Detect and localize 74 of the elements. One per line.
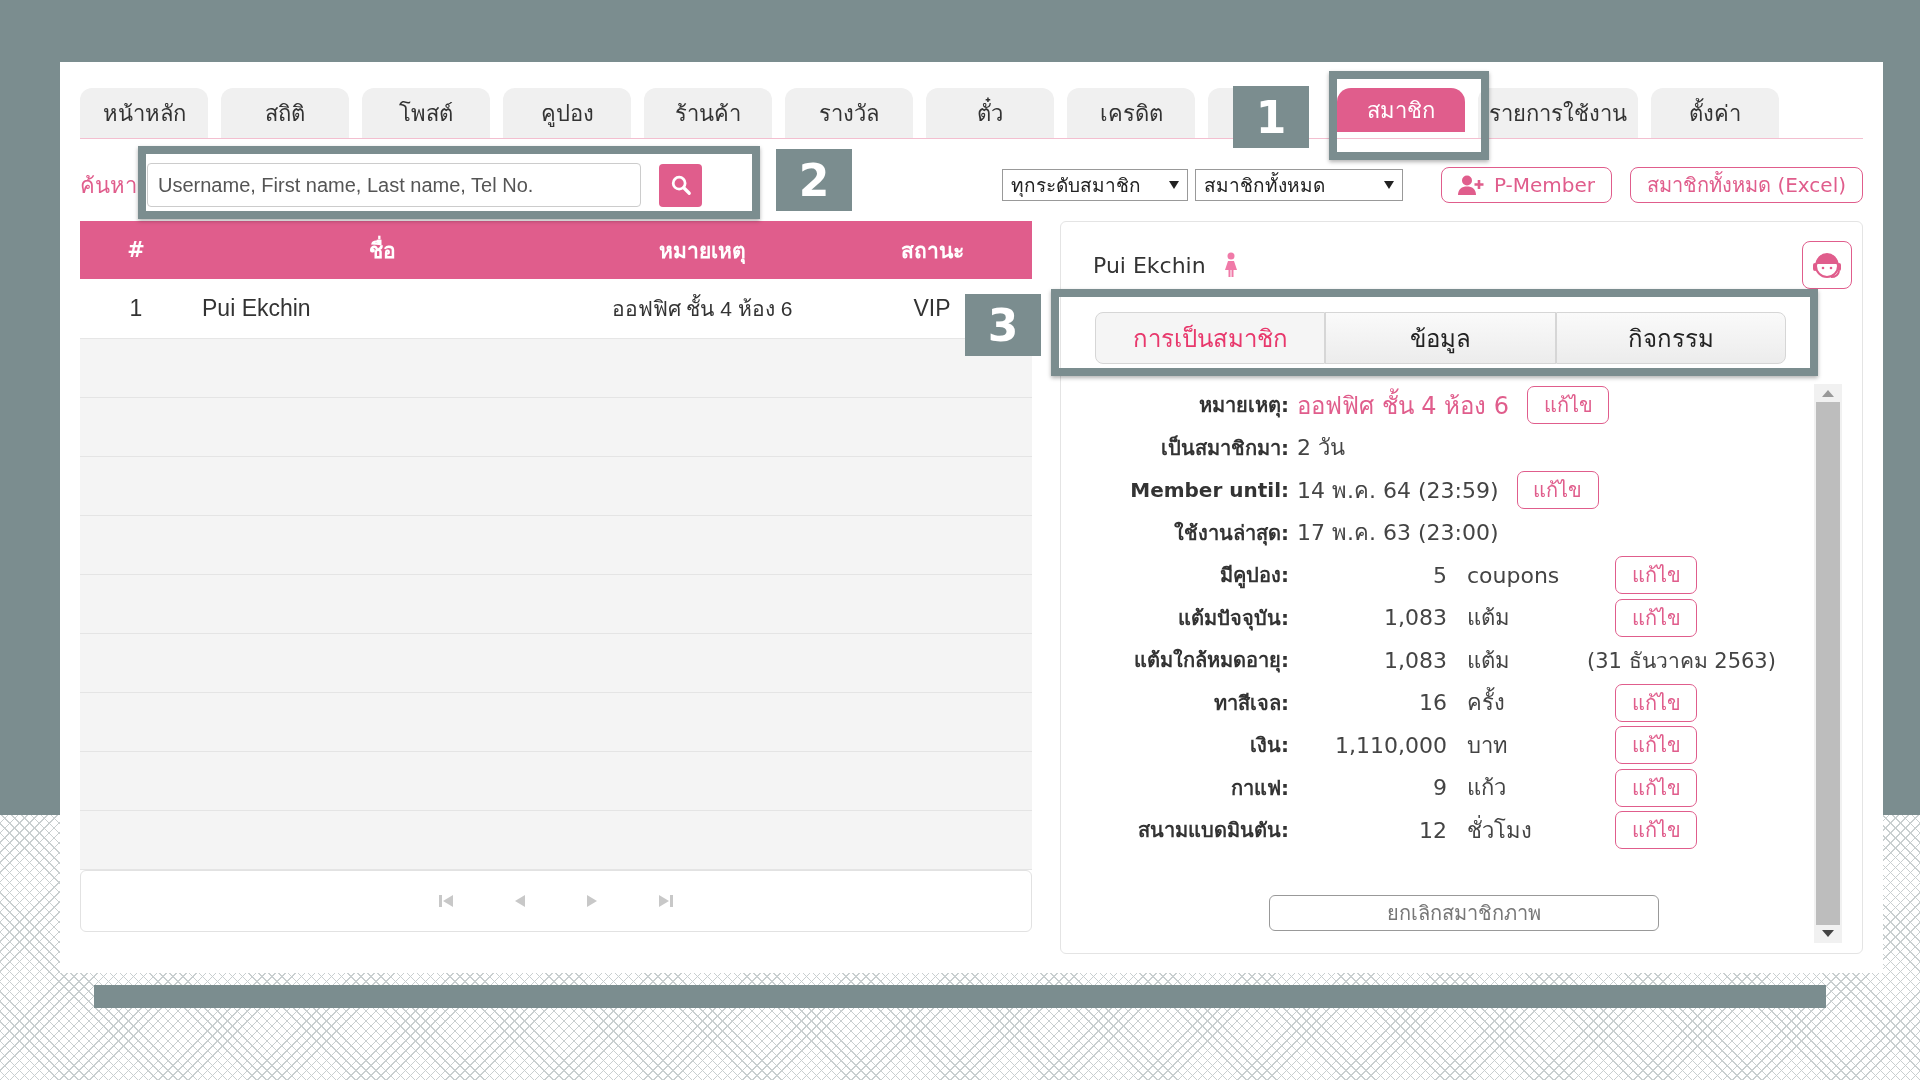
tab[interactable] <box>1208 88 1234 138</box>
nav-tab[interactable]: โพสต์ <box>362 88 490 138</box>
dropdown-caret-icon <box>1383 181 1394 189</box>
first-page-icon[interactable] <box>438 894 454 908</box>
field-label: แต้มใกล้หมดอายุ: <box>1133 647 1289 675</box>
field-value: ออฟฟิศ ชั้น 4 ห้อง 6 <box>1297 385 1510 425</box>
table-cell: ออฟฟิศ ชั้น 4 ห้อง 6 <box>572 292 832 325</box>
field-label: ใช้งานล่าสุด: <box>1173 519 1289 548</box>
step-number: 2 <box>776 149 852 211</box>
scroll-down-icon[interactable] <box>1821 929 1835 939</box>
unit: ครั้ง <box>1467 685 1597 721</box>
next-page-icon[interactable] <box>586 894 598 908</box>
nav-tab[interactable]: หน้าหลัก <box>80 88 208 138</box>
amount: 9 <box>1432 775 1447 801</box>
member-name: Pui Ekchin <box>1093 252 1206 278</box>
amount: 1,083 <box>1383 647 1447 673</box>
nav-tab[interactable]: คูปอง <box>503 88 631 138</box>
unit: บาท <box>1467 731 1509 760</box>
nav-tab[interactable]: ตั้งค่า <box>1651 88 1779 138</box>
female-icon <box>1223 252 1238 278</box>
table-cell-text: Pui Ekchin <box>201 295 312 322</box>
table-cell-text: 1 <box>128 295 144 322</box>
column-header: สถานะ <box>899 237 965 265</box>
unit: ชั่วโมง <box>1467 814 1533 845</box>
search-icon <box>669 174 692 196</box>
search-label: ค้นหา <box>80 171 137 200</box>
nav-tab[interactable]: ตั๋ว <box>926 88 1054 138</box>
nav-tab[interactable]: ร้านค้า <box>644 88 772 138</box>
nav-tab[interactable]: เครดิต <box>1067 88 1195 138</box>
column-header: หมายเหตุ <box>657 237 747 266</box>
field-label: Member until: <box>1129 478 1289 503</box>
nav-tab[interactable]: รายการใช้งาน <box>1478 88 1638 138</box>
member-tab[interactable]: การเป็นสมาชิก <box>1095 312 1326 364</box>
add-user-icon <box>1457 175 1484 195</box>
nav-tab[interactable]: รางวัล <box>785 88 913 138</box>
filter-dropdown[interactable]: ทุกระดับสมาชิก <box>1001 169 1188 201</box>
member-tab[interactable]: กิจกรรม <box>1555 312 1786 364</box>
expiry-date: (31 ธันวาคม 2563) <box>1587 647 1776 675</box>
scroll-up-icon[interactable] <box>1821 388 1835 398</box>
field-label: สนามแบดมินตัน: <box>1137 817 1289 845</box>
filter-dropdown[interactable]: สมาชิกทั้งหมด <box>1194 169 1403 201</box>
member-tab[interactable]: ข้อมูล <box>1325 312 1556 364</box>
field-label: มีคูปอง: <box>1219 562 1289 591</box>
column-header: ชื่อ <box>192 233 572 267</box>
unit: coupons <box>1467 562 1561 588</box>
field-value: 17 พ.ค. 63 (23:00) <box>1297 519 1499 548</box>
search-button[interactable] <box>659 163 702 207</box>
nav-tab[interactable]: สถิติ <box>221 88 349 138</box>
field-label: แต้มปัจจุบัน: <box>1177 604 1289 633</box>
table-cell-text: VIP <box>912 295 952 322</box>
field-label: ทาสีเจล: <box>1213 689 1289 717</box>
search-field[interactable]: Username, First name, Last name, Tel No. <box>147 163 641 207</box>
amount: 5 <box>1432 562 1447 588</box>
dropdown-caret-icon <box>1168 181 1179 189</box>
amount: 16 <box>1418 690 1447 716</box>
field-label: เป็นสมาชิกมา: <box>1160 434 1289 462</box>
field-value: 14 พ.ค. 64 (23:59) <box>1297 476 1499 505</box>
field-label: หมายเหตุ: <box>1198 392 1289 420</box>
step-number: 3 <box>965 294 1041 356</box>
field-label: เงิน: <box>1249 732 1289 760</box>
scrollbar[interactable] <box>1814 384 1842 943</box>
amount: 1,110,000 <box>1334 732 1447 758</box>
unit: แต้ม <box>1467 604 1511 633</box>
amount: 1,083 <box>1383 605 1447 631</box>
field-label: กาแฟ: <box>1230 774 1289 802</box>
column-header: # <box>126 238 146 262</box>
last-page-icon[interactable] <box>658 894 674 908</box>
step-number: 1 <box>1233 86 1309 148</box>
previous-page-icon[interactable] <box>514 894 526 908</box>
field-value: 2 วัน <box>1297 434 1345 463</box>
amount: 12 <box>1418 817 1447 843</box>
unit: แก้ว <box>1467 774 1507 803</box>
support-button[interactable] <box>1802 241 1852 289</box>
cancel-membership-button[interactable]: ยกเลิกสมาชิกภาพ <box>1268 895 1659 931</box>
